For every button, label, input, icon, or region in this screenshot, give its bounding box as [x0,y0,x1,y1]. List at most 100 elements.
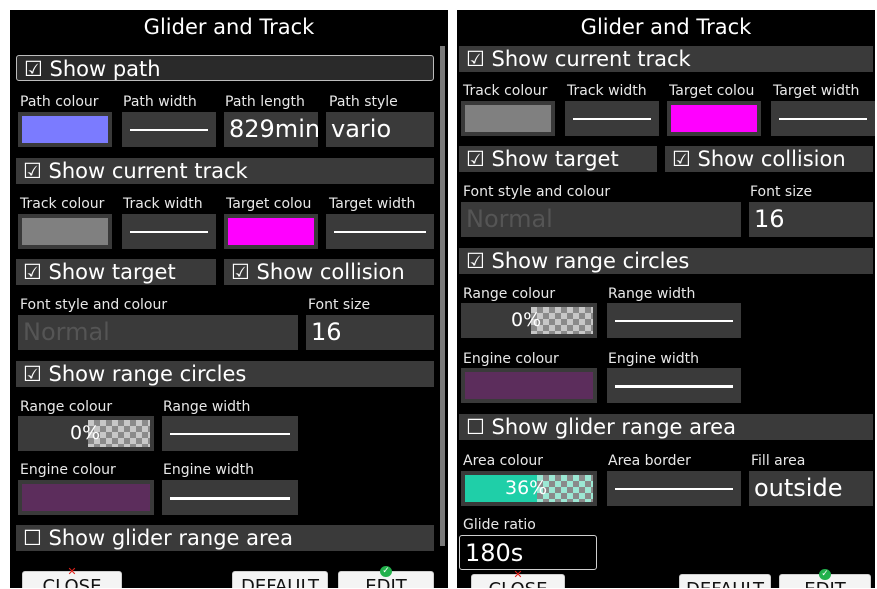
page-title: Glider and Track [143,15,315,39]
engine-width-label: Engine width [163,462,255,478]
target-colour-picker[interactable] [667,101,761,136]
fill-area-value: outside [754,474,843,502]
target-width-label: Target width [773,83,860,99]
show-path-checkbox[interactable]: ☑ Show path [16,55,434,81]
range-width-line [170,432,290,435]
glide-ratio-field[interactable]: 180s [459,535,597,570]
default-button[interactable]: DEFAULT [232,571,328,588]
range-width-selector[interactable] [607,303,741,338]
font-size-value: 16 [754,205,785,233]
show-target-checkbox[interactable]: ☑ Show target [16,259,216,285]
track-width-selector[interactable] [565,101,659,136]
track-colour-label: Track colour [20,196,105,212]
area-colour-picker[interactable]: 36% [461,471,597,506]
edit-button-label: EDIT [365,576,407,588]
path-length-label: Path length [225,94,305,110]
font-style-label: Font style and colour [20,297,168,313]
default-button-label: DEFAULT [686,579,764,588]
engine-width-selector[interactable] [607,368,741,403]
close-icon: ✕ [67,565,77,578]
target-width-selector[interactable] [771,101,875,136]
track-colour-swatch [465,105,551,132]
track-colour-picker[interactable] [18,214,112,249]
engine-width-line [615,384,733,388]
path-style-label: Path style [329,94,398,110]
glide-ratio-value: 180s [465,539,524,567]
target-width-selector[interactable] [326,214,434,249]
path-colour-label: Path colour [20,94,99,110]
show-current-track-checkbox[interactable]: ☑ Show current track [459,46,873,72]
glide-ratio-label: Glide ratio [463,517,536,533]
edit-button-label: EDIT [804,579,846,588]
engine-colour-label: Engine colour [20,462,116,478]
scrollbar[interactable] [440,46,445,546]
range-width-line [615,319,733,322]
area-border-label: Area border [608,453,691,469]
edit-button[interactable]: ✓ EDIT [779,569,871,588]
track-colour-picker[interactable] [461,101,555,136]
settings-panel-right: Glider and Track ☑ Show current track Tr… [457,10,875,588]
area-border-selector[interactable] [607,471,741,506]
path-style-field[interactable]: vario [326,112,434,147]
target-colour-label: Target colou [226,196,312,212]
target-colour-picker[interactable] [224,214,318,249]
font-size-field[interactable]: 16 [306,315,434,350]
font-style-field[interactable]: Normal [18,315,298,350]
target-colour-swatch [228,218,314,245]
show-range-circles-checkbox[interactable]: ☑ Show range circles [459,248,873,274]
font-size-label: Font size [750,184,813,200]
target-colour-label: Target colou [669,83,755,99]
engine-colour-swatch [22,484,150,511]
show-collision-checkbox[interactable]: ☑ Show collision [224,259,434,285]
default-button[interactable]: DEFAULT [679,574,771,588]
path-length-field[interactable]: 829min [224,112,318,147]
edit-button[interactable]: ✓ EDIT [338,566,434,588]
range-colour-picker[interactable]: 0% [461,303,597,338]
font-style-field[interactable]: Normal [461,202,741,237]
engine-width-selector[interactable] [162,480,298,515]
fill-area-field[interactable]: outside [749,471,873,506]
path-colour-picker[interactable] [18,112,112,147]
font-size-value: 16 [311,318,342,346]
show-range-circles-checkbox[interactable]: ☑ Show range circles [16,361,434,387]
page-title: Glider and Track [580,15,752,39]
show-collision-checkbox[interactable]: ☑ Show collision [665,146,873,172]
track-width-line [573,117,651,120]
area-border-line [615,487,733,490]
range-colour-picker[interactable]: 0% [18,416,154,451]
engine-width-label: Engine width [608,351,700,367]
engine-colour-label: Engine colour [463,351,559,367]
show-glider-range-checkbox[interactable]: ☐ Show glider range area [459,414,873,440]
target-width-line [779,117,867,120]
track-width-line [130,230,208,233]
close-button[interactable]: ✕ CLOSE [471,569,565,588]
track-width-selector[interactable] [122,214,216,249]
font-style-value: Normal [466,205,553,233]
close-icon: ✕ [513,568,523,581]
close-button[interactable]: ✕ CLOSE [22,566,122,588]
track-width-label: Track width [567,83,647,99]
engine-colour-picker[interactable] [18,480,154,515]
font-style-value: Normal [23,318,110,346]
engine-colour-picker[interactable] [461,368,597,403]
font-style-label: Font style and colour [463,184,611,200]
path-width-selector[interactable] [122,112,216,147]
area-colour-percent: 36% [505,477,548,499]
show-target-checkbox[interactable]: ☑ Show target [459,146,657,172]
font-size-field[interactable]: 16 [749,202,873,237]
target-colour-swatch [671,105,757,132]
path-width-line [130,128,208,131]
range-colour-label: Range colour [463,286,556,302]
default-button-label: DEFAULT [241,576,319,588]
range-width-selector[interactable] [162,416,298,451]
target-width-label: Target width [329,196,416,212]
track-colour-label: Track colour [463,83,548,99]
range-width-label: Range width [163,399,251,415]
show-glider-range-checkbox[interactable]: ☐ Show glider range area [16,525,434,551]
area-colour-label: Area colour [463,453,544,469]
fill-area-label: Fill area [751,453,806,469]
path-width-label: Path width [123,94,197,110]
range-colour-percent: 0% [70,422,101,444]
font-size-label: Font size [308,297,371,313]
show-current-track-checkbox[interactable]: ☑ Show current track [16,158,434,184]
